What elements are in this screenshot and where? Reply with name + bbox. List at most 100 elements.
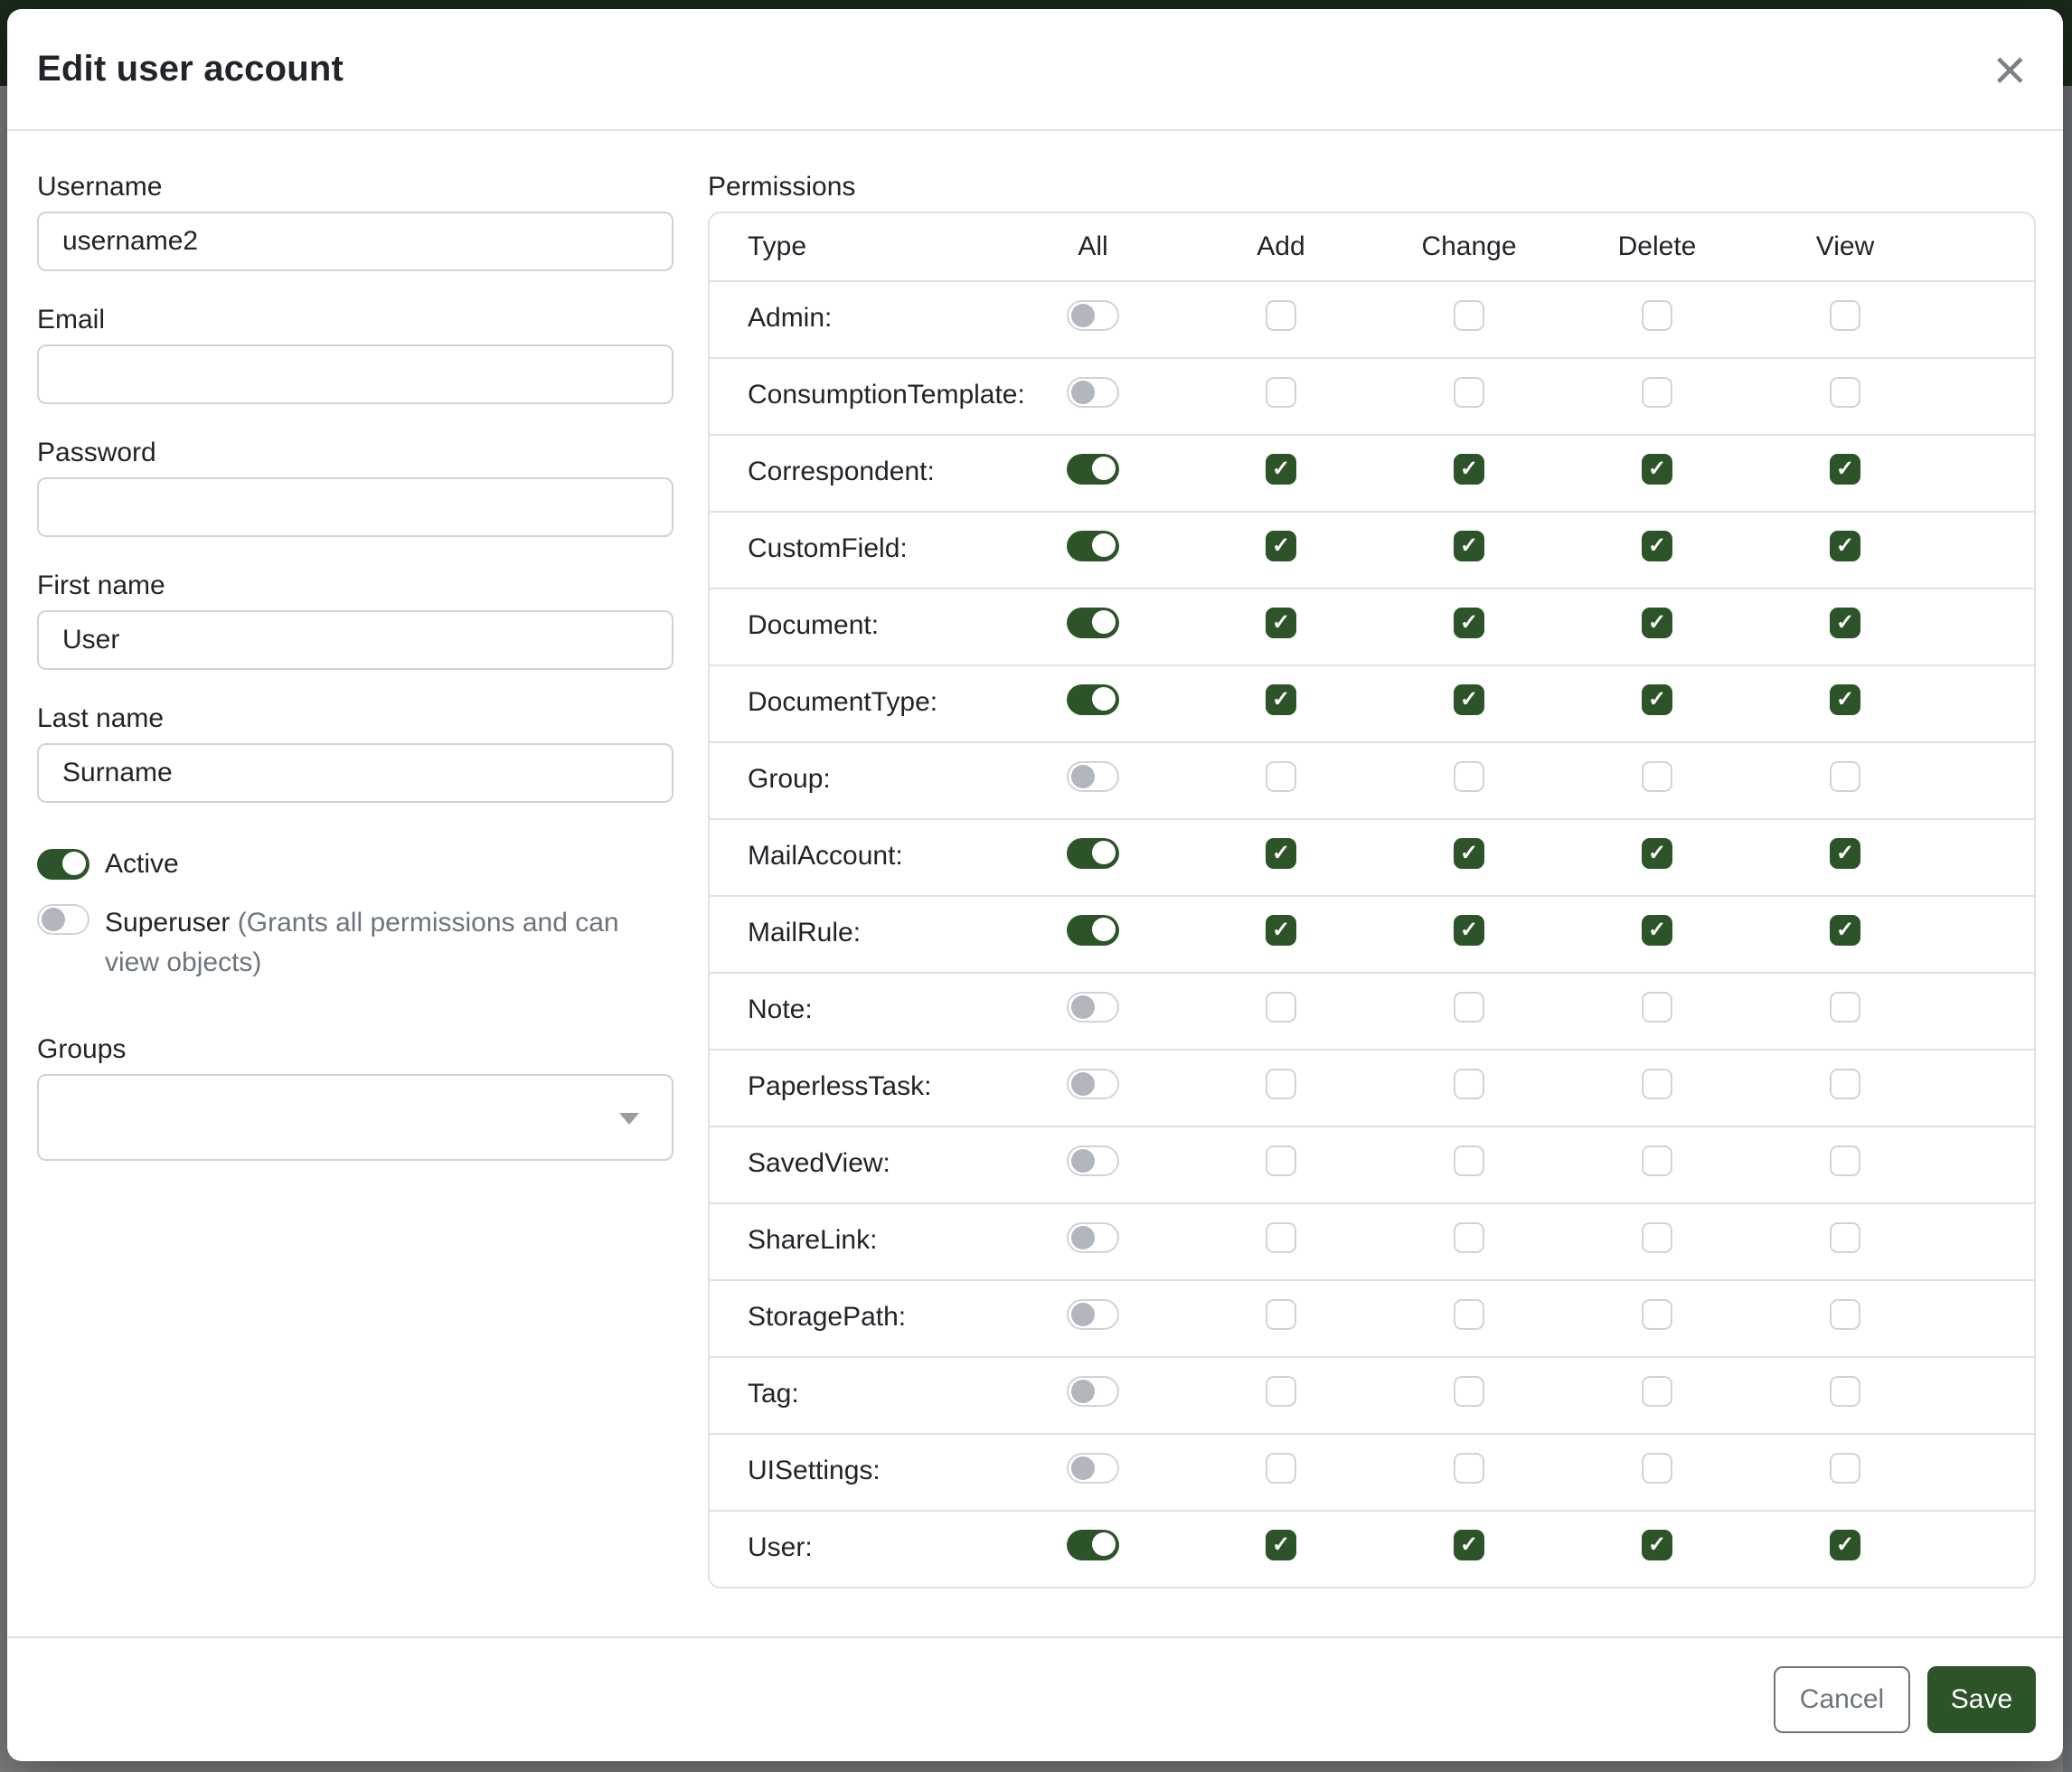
username-input[interactable] — [37, 212, 673, 271]
perm-toggle-savedview-all[interactable] — [1067, 1145, 1119, 1176]
cancel-button[interactable]: Cancel — [1774, 1666, 1910, 1733]
perm-toggle-admin-all[interactable] — [1067, 300, 1119, 331]
perm-toggle-paperlesstask-all[interactable] — [1067, 1069, 1119, 1099]
perm-checkbox-documenttype-add[interactable]: ✓ — [1266, 684, 1296, 715]
perm-checkbox-mailaccount-add[interactable]: ✓ — [1266, 838, 1296, 869]
perm-toggle-document-all[interactable] — [1067, 608, 1119, 638]
perm-checkbox-consumptiontemplate-change[interactable] — [1454, 377, 1484, 408]
perm-checkbox-tag-view[interactable] — [1830, 1376, 1860, 1407]
dimmed-scrollbar — [2063, 86, 2072, 1772]
perm-checkbox-customfield-add[interactable]: ✓ — [1266, 531, 1296, 561]
perm-checkbox-paperlesstask-delete[interactable] — [1642, 1069, 1672, 1099]
perm-checkbox-consumptiontemplate-view[interactable] — [1830, 377, 1860, 408]
perm-checkbox-storagepath-delete[interactable] — [1642, 1299, 1672, 1330]
perm-checkbox-document-change[interactable]: ✓ — [1454, 608, 1484, 638]
perm-checkbox-user-view[interactable]: ✓ — [1830, 1530, 1860, 1560]
perm-toggle-customfield-all[interactable] — [1067, 531, 1119, 561]
perm-checkbox-admin-change[interactable] — [1454, 300, 1484, 331]
perm-checkbox-admin-view[interactable] — [1830, 300, 1860, 331]
perm-checkbox-mailrule-view[interactable]: ✓ — [1830, 915, 1860, 946]
perm-checkbox-user-delete[interactable]: ✓ — [1642, 1530, 1672, 1560]
perm-checkbox-uisettings-add[interactable] — [1266, 1453, 1296, 1484]
perm-checkbox-correspondent-delete[interactable]: ✓ — [1642, 454, 1672, 485]
perm-toggle-uisettings-all[interactable] — [1067, 1453, 1119, 1484]
perm-checkbox-mailrule-change[interactable]: ✓ — [1454, 915, 1484, 946]
perm-toggle-group-all[interactable] — [1067, 761, 1119, 792]
perm-checkbox-mailaccount-delete[interactable]: ✓ — [1642, 838, 1672, 869]
perm-checkbox-mailaccount-change[interactable]: ✓ — [1454, 838, 1484, 869]
perm-toggle-sharelink-all[interactable] — [1067, 1222, 1119, 1253]
perm-checkbox-sharelink-change[interactable] — [1454, 1222, 1484, 1253]
perm-checkbox-note-add[interactable] — [1266, 992, 1296, 1023]
perm-checkbox-group-add[interactable] — [1266, 761, 1296, 792]
perm-toggle-correspondent-all[interactable] — [1067, 454, 1119, 485]
perm-checkbox-storagepath-add[interactable] — [1266, 1299, 1296, 1330]
perm-toggle-tag-all[interactable] — [1067, 1376, 1119, 1407]
perm-checkbox-paperlesstask-view[interactable] — [1830, 1069, 1860, 1099]
perm-checkbox-documenttype-change[interactable]: ✓ — [1454, 684, 1484, 715]
perm-checkbox-paperlesstask-add[interactable] — [1266, 1069, 1296, 1099]
perm-checkbox-uisettings-delete[interactable] — [1642, 1453, 1672, 1484]
perm-checkbox-sharelink-add[interactable] — [1266, 1222, 1296, 1253]
password-field[interactable] — [37, 477, 673, 537]
perm-checkbox-group-view[interactable] — [1830, 761, 1860, 792]
perm-checkbox-storagepath-view[interactable] — [1830, 1299, 1860, 1330]
groups-select[interactable] — [37, 1074, 673, 1161]
perm-checkbox-customfield-change[interactable]: ✓ — [1454, 531, 1484, 561]
perm-checkbox-document-view[interactable]: ✓ — [1830, 608, 1860, 638]
save-button[interactable]: Save — [1927, 1666, 2036, 1733]
perm-checkbox-admin-add[interactable] — [1266, 300, 1296, 331]
perm-checkbox-user-change[interactable]: ✓ — [1454, 1530, 1484, 1560]
perm-checkbox-savedview-delete[interactable] — [1642, 1145, 1672, 1176]
perm-toggle-mailaccount-all[interactable] — [1067, 838, 1119, 869]
perm-checkbox-tag-delete[interactable] — [1642, 1376, 1672, 1407]
perm-checkbox-note-delete[interactable] — [1642, 992, 1672, 1023]
active-toggle[interactable] — [37, 849, 89, 880]
perm-checkbox-document-add[interactable]: ✓ — [1266, 608, 1296, 638]
perm-checkbox-admin-delete[interactable] — [1642, 300, 1672, 331]
perm-checkbox-group-change[interactable] — [1454, 761, 1484, 792]
perm-checkbox-customfield-view[interactable]: ✓ — [1830, 531, 1860, 561]
perm-toggle-user-all[interactable] — [1067, 1530, 1119, 1560]
perm-checkbox-storagepath-change[interactable] — [1454, 1299, 1484, 1330]
perm-checkbox-mailaccount-view[interactable]: ✓ — [1830, 838, 1860, 869]
perm-checkbox-documenttype-view[interactable]: ✓ — [1830, 684, 1860, 715]
perm-checkbox-documenttype-delete[interactable]: ✓ — [1642, 684, 1672, 715]
perm-checkbox-savedview-change[interactable] — [1454, 1145, 1484, 1176]
perm-checkbox-group-delete[interactable] — [1642, 761, 1672, 792]
perm-checkbox-savedview-add[interactable] — [1266, 1145, 1296, 1176]
perm-checkbox-mailrule-delete[interactable]: ✓ — [1642, 915, 1672, 946]
perm-checkbox-sharelink-delete[interactable] — [1642, 1222, 1672, 1253]
perm-toggle-mailrule-all[interactable] — [1067, 915, 1119, 946]
perm-checkbox-tag-add[interactable] — [1266, 1376, 1296, 1407]
email-field[interactable] — [37, 344, 673, 404]
perm-checkbox-customfield-delete[interactable]: ✓ — [1642, 531, 1672, 561]
superuser-toggle[interactable] — [37, 904, 89, 935]
perm-checkbox-note-view[interactable] — [1830, 992, 1860, 1023]
perm-type-tag: Tag: — [710, 1358, 999, 1410]
table-row: Note: — [710, 972, 2034, 1049]
perm-checkbox-mailrule-add[interactable]: ✓ — [1266, 915, 1296, 946]
perm-toggle-storagepath-all[interactable] — [1067, 1299, 1119, 1330]
column-header-view: View — [1751, 213, 1939, 263]
perm-toggle-documenttype-all[interactable] — [1067, 684, 1119, 715]
perm-checkbox-user-add[interactable]: ✓ — [1266, 1530, 1296, 1560]
last-name-field[interactable] — [37, 743, 673, 803]
perm-checkbox-consumptiontemplate-add[interactable] — [1266, 377, 1296, 408]
perm-checkbox-document-delete[interactable]: ✓ — [1642, 608, 1672, 638]
perm-checkbox-consumptiontemplate-delete[interactable] — [1642, 377, 1672, 408]
first-name-field[interactable] — [37, 610, 673, 670]
perm-checkbox-sharelink-view[interactable] — [1830, 1222, 1860, 1253]
perm-checkbox-correspondent-add[interactable]: ✓ — [1266, 454, 1296, 485]
perm-checkbox-correspondent-view[interactable]: ✓ — [1830, 454, 1860, 485]
close-icon[interactable]: × — [1990, 41, 2030, 99]
perm-checkbox-tag-change[interactable] — [1454, 1376, 1484, 1407]
perm-checkbox-uisettings-view[interactable] — [1830, 1453, 1860, 1484]
perm-checkbox-note-change[interactable] — [1454, 992, 1484, 1023]
perm-toggle-note-all[interactable] — [1067, 992, 1119, 1023]
perm-checkbox-correspondent-change[interactable]: ✓ — [1454, 454, 1484, 485]
perm-checkbox-uisettings-change[interactable] — [1454, 1453, 1484, 1484]
perm-toggle-consumptiontemplate-all[interactable] — [1067, 377, 1119, 408]
perm-checkbox-savedview-view[interactable] — [1830, 1145, 1860, 1176]
perm-checkbox-paperlesstask-change[interactable] — [1454, 1069, 1484, 1099]
